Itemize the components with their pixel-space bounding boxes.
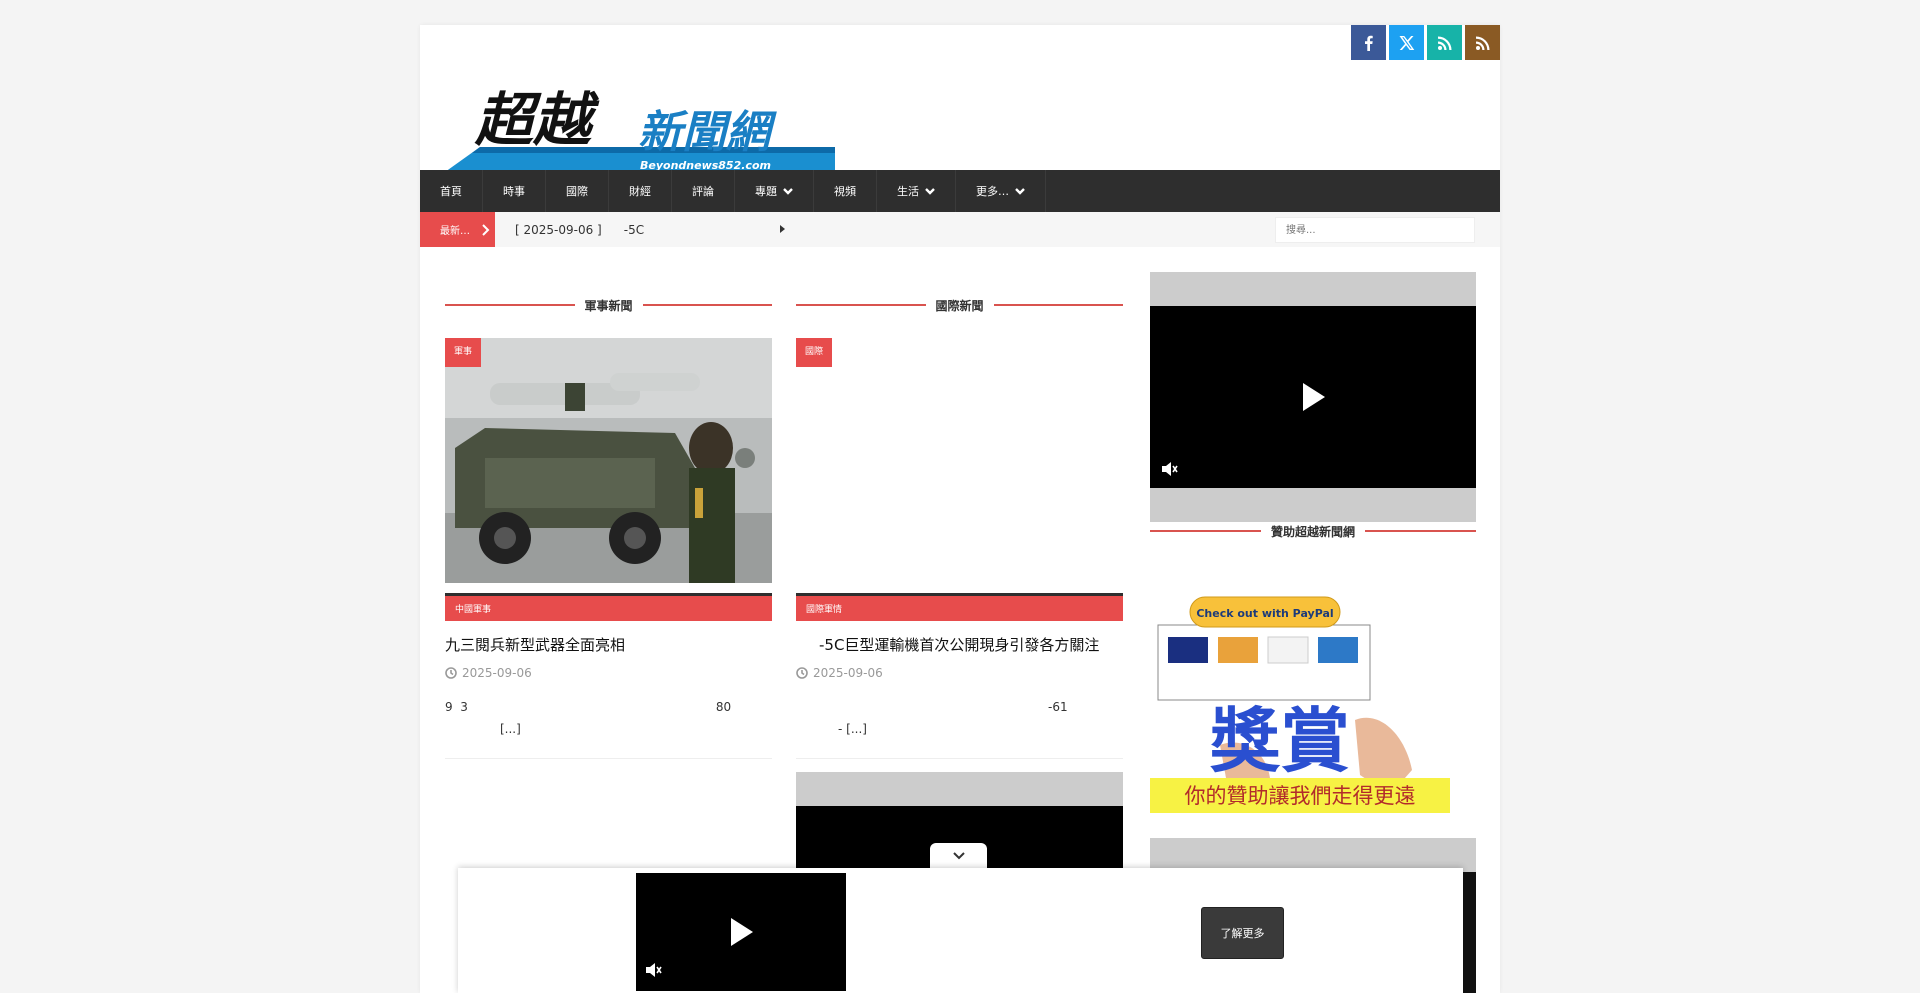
clock-icon (796, 667, 808, 679)
nav-item-0[interactable]: 首頁 (420, 170, 483, 212)
clock-icon (445, 667, 457, 679)
sidebar-video-player[interactable] (1150, 272, 1476, 522)
site-logo[interactable]: 超越 新聞網 Beyondnews852.com (440, 77, 840, 177)
breaking-news-bar: 最新… [ 2025-09-06 ] -5C (420, 212, 1500, 247)
post-title[interactable]: 九三閱兵新型武器全面亮相 (445, 634, 625, 655)
video-screen[interactable] (636, 873, 846, 991)
video-screen[interactable] (1150, 306, 1476, 488)
chevron-down-icon (783, 188, 793, 195)
chevron-down-icon (952, 852, 965, 860)
post-thumbnail[interactable]: 國際 (796, 338, 1123, 583)
post-date: 2025-09-06 (445, 666, 532, 680)
section-header-military: 軍事新聞 (445, 297, 773, 313)
sponsor-promo-banner[interactable]: Check out with PayPal 獎賞 你的贊助讓我們走得更遠 (1150, 595, 1450, 813)
post-divider (445, 758, 772, 759)
post-thumbnail[interactable]: 軍事 (445, 338, 772, 583)
post-category[interactable]: 國際軍情 (796, 593, 1123, 621)
breaking-title: -5C (623, 222, 645, 237)
svg-text:超越: 超越 (474, 86, 600, 154)
post-badge[interactable]: 國際 (796, 338, 833, 367)
rss-link[interactable] (1427, 25, 1462, 60)
learn-more-button[interactable]: 了解更多 (1201, 907, 1284, 959)
section-header-sponsor: 贊助超越新聞網 (1150, 523, 1477, 539)
nav-item-8[interactable]: 更多… (956, 170, 1046, 212)
nav-item-5[interactable]: 專題 (735, 170, 814, 212)
section-header-international: 國際新聞 (796, 297, 1124, 313)
rss-icon (1437, 36, 1451, 50)
parade-photo (445, 338, 772, 583)
main-nav: 首頁 時事 國際 財經 評論 專題 視頻 生活 更多… (420, 170, 1500, 212)
svg-text:獎賞: 獎賞 (1210, 700, 1350, 782)
breaking-date: [ 2025-09-06 ] (515, 222, 602, 237)
rss-link-2[interactable] (1465, 25, 1500, 60)
nav-item-4[interactable]: 評論 (672, 170, 735, 212)
post-card-international[interactable]: 國際 國際軍情 -5C巨型運輸機首次公開現身引發各方關注 2025-09-06 … (796, 338, 1123, 768)
nav-item-7[interactable]: 生活 (877, 170, 956, 212)
post-divider (796, 758, 1123, 759)
post-card-military[interactable]: 軍事 中國軍事 九三閱兵新型武器全面亮相 2025-09-06 9 3 80 [… (445, 338, 772, 768)
facebook-link[interactable] (1351, 25, 1386, 60)
ticker-next-icon[interactable] (780, 225, 785, 233)
chevron-down-icon (1015, 188, 1025, 195)
nav-item-1[interactable]: 時事 (483, 170, 546, 212)
search-input[interactable] (1275, 217, 1475, 243)
svg-text:新聞網: 新聞網 (638, 107, 777, 158)
post-category[interactable]: 中國軍事 (445, 593, 772, 621)
breaking-ticker[interactable]: [ 2025-09-06 ] -5C (515, 212, 644, 247)
post-excerpt: 9 3 80 [...] (445, 700, 732, 736)
nav-item-2[interactable]: 國際 (546, 170, 609, 212)
post-title[interactable]: -5C巨型運輸機首次公開現身引發各方關注 (819, 634, 1099, 655)
breaking-tag[interactable]: 最新… (420, 212, 495, 247)
x-icon (1399, 35, 1414, 50)
chevron-down-icon (925, 188, 935, 195)
social-links (1351, 25, 1500, 60)
sticky-video-player: 了解更多 (458, 868, 1463, 993)
play-icon[interactable] (1303, 383, 1325, 411)
post-badge[interactable]: 軍事 (445, 338, 482, 367)
sticky-player-toggle[interactable] (930, 843, 987, 869)
rss-icon (1475, 36, 1489, 50)
nav-item-3[interactable]: 財經 (609, 170, 672, 212)
facebook-icon (1364, 35, 1373, 51)
nav-item-6[interactable]: 視頻 (814, 170, 877, 212)
play-icon[interactable] (731, 918, 753, 946)
mute-icon[interactable] (644, 961, 662, 979)
mute-icon[interactable] (1160, 460, 1178, 478)
x-link[interactable] (1389, 25, 1424, 60)
svg-text:你的贊助讓我們走得更遠: 你的贊助讓我們走得更遠 (1185, 784, 1416, 808)
chevron-right-icon (482, 223, 490, 236)
post-date: 2025-09-06 (796, 666, 883, 680)
post-excerpt: -61 - [...] (838, 700, 1068, 736)
svg-text:Check out with PayPal: Check out with PayPal (1196, 607, 1333, 620)
